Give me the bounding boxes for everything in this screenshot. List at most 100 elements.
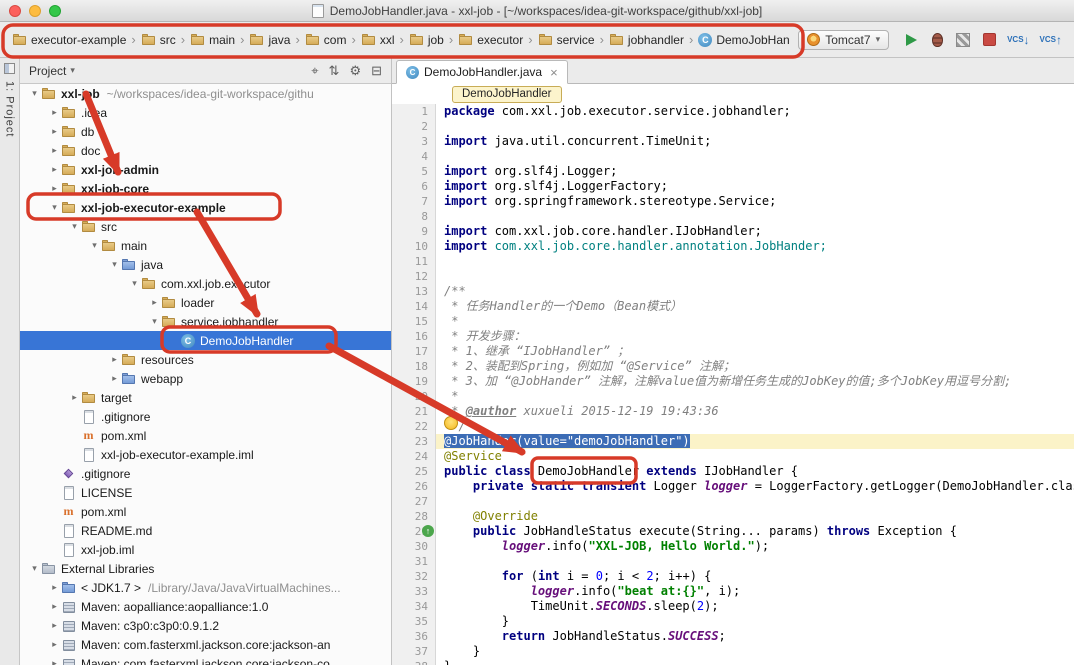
code-line[interactable]: 26 private static transient Logger logge… (392, 479, 1074, 494)
line-number[interactable]: 13 (392, 284, 436, 299)
expand-arrow-icon[interactable]: ▸ (48, 107, 61, 118)
line-number[interactable]: 11 (392, 254, 436, 269)
line-number[interactable]: 3 (392, 134, 436, 149)
expand-arrow-icon[interactable]: ▸ (48, 582, 61, 593)
expand-arrow-icon[interactable]: ▸ (48, 601, 61, 612)
code-line[interactable]: 16 * 开发步骤： (392, 329, 1074, 344)
tree-item[interactable]: ▾java (20, 255, 391, 274)
tree-item[interactable]: ▾xxl-job-executor-example (20, 198, 391, 217)
tree-item[interactable]: ▾External Libraries (20, 559, 391, 578)
gear-icon[interactable]: ⚙ (349, 63, 361, 79)
expand-arrow-icon[interactable]: ▸ (48, 639, 61, 650)
code-line[interactable]: 10import com.xxl.job.core.handler.annota… (392, 239, 1074, 254)
line-number[interactable]: 30 (392, 539, 436, 554)
tree-item[interactable]: ▸webapp (20, 369, 391, 388)
code-line[interactable]: 32 for (int i = 0; i < 2; i++) { (392, 569, 1074, 584)
breadcrumb-item[interactable]: java (247, 31, 292, 49)
tree-item[interactable]: ▸Maven: com.fasterxml.jackson.core:jacks… (20, 654, 391, 665)
tree-item[interactable]: ▸Maven: aopalliance:aopalliance:1.0 (20, 597, 391, 616)
tree-item[interactable]: .gitignore (20, 464, 391, 483)
code-line[interactable]: 18 * 2、装配到Spring，例如加 “@Service” 注解； (392, 359, 1074, 374)
project-tool-window-button[interactable]: 1: Project (0, 58, 19, 137)
project-view-selector[interactable]: Project ▾ (29, 64, 75, 78)
code-line[interactable]: 34 TimeUnit.SECONDS.sleep(2); (392, 599, 1074, 614)
expand-arrow-icon[interactable]: ▸ (48, 164, 61, 175)
debug-button[interactable] (928, 31, 946, 49)
line-number[interactable]: 6 (392, 179, 436, 194)
expand-arrow-icon[interactable]: ▸ (48, 145, 61, 156)
tree-item[interactable]: ▾src (20, 217, 391, 236)
code-line[interactable]: 12 (392, 269, 1074, 284)
breadcrumb-item[interactable]: service (536, 31, 597, 49)
line-number[interactable]: 7 (392, 194, 436, 209)
code-line[interactable]: 27 (392, 494, 1074, 509)
line-number[interactable]: 37 (392, 644, 436, 659)
expand-arrow-icon[interactable]: ▾ (48, 202, 61, 213)
tree-item[interactable]: CDemoJobHandler (20, 331, 391, 350)
code-line[interactable]: 6import org.slf4j.LoggerFactory; (392, 179, 1074, 194)
line-number[interactable]: 25 (392, 464, 436, 479)
expand-arrow-icon[interactable]: ▸ (48, 658, 61, 665)
line-number[interactable]: 15 (392, 314, 436, 329)
code-line[interactable]: 2 (392, 119, 1074, 134)
locate-icon[interactable]: ⌖ (311, 63, 318, 79)
intention-bulb-icon[interactable] (444, 416, 458, 430)
line-number[interactable]: 16 (392, 329, 436, 344)
line-number[interactable]: 28 (392, 509, 436, 524)
expand-arrow-icon[interactable]: ▾ (108, 259, 121, 270)
tree-item[interactable]: ▸target (20, 388, 391, 407)
expand-arrow-icon[interactable]: ▸ (148, 297, 161, 308)
line-number[interactable]: 34 (392, 599, 436, 614)
line-number[interactable]: 26 (392, 479, 436, 494)
code-line[interactable]: 21 * @author xuxueli 2015-12-19 19:43:36 (392, 404, 1074, 419)
code-line[interactable]: 37 } (392, 644, 1074, 659)
line-number[interactable]: 31 (392, 554, 436, 569)
code-line[interactable]: 15 * (392, 314, 1074, 329)
line-number[interactable]: 10 (392, 239, 436, 254)
code-line[interactable]: 38} (392, 659, 1074, 665)
breadcrumb-item[interactable]: com (303, 31, 349, 49)
code-line[interactable]: 22 */ (392, 419, 1074, 434)
tree-item[interactable]: ▸Maven: com.fasterxml.jackson.core:jacks… (20, 635, 391, 654)
minimize-window-button[interactable] (29, 5, 41, 17)
code-line[interactable]: 31 (392, 554, 1074, 569)
breadcrumb-item[interactable]: CDemoJobHandler (696, 31, 790, 49)
code-line[interactable]: 5import org.slf4j.Logger; (392, 164, 1074, 179)
line-number[interactable]: 23 (392, 434, 436, 449)
run-button[interactable] (902, 31, 920, 49)
code-line[interactable]: 9import com.xxl.job.core.handler.IJobHan… (392, 224, 1074, 239)
coverage-button[interactable] (954, 31, 972, 49)
tree-item[interactable]: ▸xxl-job-admin (20, 160, 391, 179)
expand-arrow-icon[interactable]: ▸ (108, 354, 121, 365)
code-line[interactable]: 1package com.xxl.job.executor.service.jo… (392, 104, 1074, 119)
stop-button[interactable] (980, 31, 998, 49)
expand-arrow-icon[interactable]: ▸ (48, 183, 61, 194)
line-number[interactable]: 27 (392, 494, 436, 509)
tree-item[interactable]: mpom.xml (20, 426, 391, 445)
code-line[interactable]: 24@Service (392, 449, 1074, 464)
zoom-window-button[interactable] (49, 5, 61, 17)
breadcrumb-item[interactable]: xxl (359, 31, 397, 49)
code-line[interactable]: 13/** (392, 284, 1074, 299)
tree-item[interactable]: mpom.xml (20, 502, 391, 521)
expand-arrow-icon[interactable]: ▾ (128, 278, 141, 289)
line-number[interactable]: 17 (392, 344, 436, 359)
line-number[interactable]: 5 (392, 164, 436, 179)
line-number[interactable]: 2 (392, 119, 436, 134)
expand-arrow-icon[interactable]: ▸ (48, 126, 61, 137)
breadcrumb-item[interactable]: executor-example (10, 31, 128, 49)
code-line[interactable]: 8 (392, 209, 1074, 224)
tree-item[interactable]: ▸xxl-job-core (20, 179, 391, 198)
code-line[interactable]: 28 @Override (392, 509, 1074, 524)
expand-arrow-icon[interactable]: ▾ (88, 240, 101, 251)
code-line[interactable]: 11 (392, 254, 1074, 269)
expand-arrow-icon[interactable]: ▾ (148, 316, 161, 327)
breadcrumb-item[interactable]: job (407, 31, 446, 49)
tree-item[interactable]: ▸loader (20, 293, 391, 312)
vcs-update-button[interactable]: VCS↓ (1007, 35, 1029, 45)
code-line[interactable]: 7import org.springframework.stereotype.S… (392, 194, 1074, 209)
line-number[interactable]: 20 (392, 389, 436, 404)
run-config-selector[interactable]: Tomcat7 ▾ (798, 30, 889, 50)
expand-arrow-icon[interactable]: ▸ (68, 392, 81, 403)
line-number[interactable]: 1 (392, 104, 436, 119)
